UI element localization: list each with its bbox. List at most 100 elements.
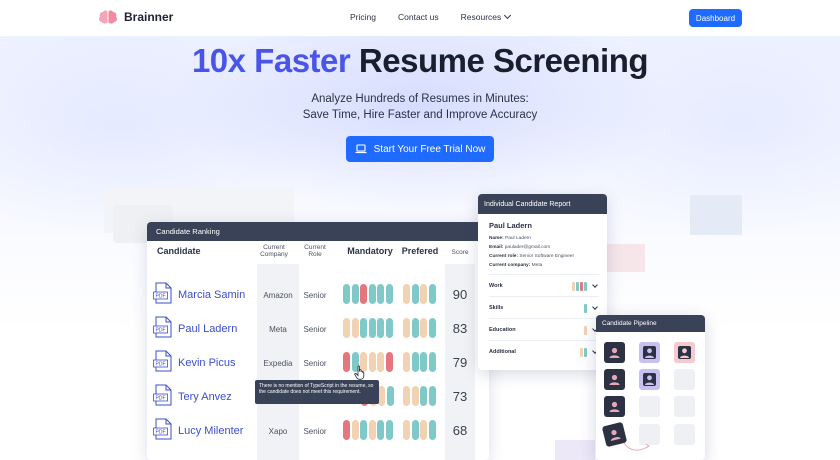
- candidate-role: Senior: [303, 359, 327, 368]
- requirement-pill: [377, 318, 384, 338]
- pdf-icon: PDF: [153, 350, 172, 372]
- hero-title: 10x Faster Resume Screening: [0, 42, 840, 80]
- decor-square: [690, 195, 742, 235]
- user-avatar-icon: [610, 429, 621, 442]
- pdf-icon: PDF: [153, 316, 172, 338]
- section-label: Additional: [489, 349, 516, 355]
- candidate-score: 79: [452, 355, 468, 370]
- user-avatar-icon: [643, 346, 656, 359]
- requirement-pill: [403, 352, 410, 372]
- candidate-name[interactable]: Marcia Samin: [178, 289, 245, 301]
- requirement-pill: [403, 420, 410, 440]
- mandatory-pills: [343, 284, 393, 304]
- table-row[interactable]: PDF Kevin Picus Expedia Senior 79: [147, 348, 489, 382]
- decor-square: [555, 440, 595, 460]
- requirement-pill: [385, 284, 393, 304]
- pipeline-candidate-card[interactable]: [639, 369, 660, 390]
- start-trial-button[interactable]: Start Your Free Trial Now: [346, 136, 494, 162]
- candidate-company: Xapo: [268, 427, 288, 436]
- requirement-pill: [386, 386, 394, 406]
- svg-text:PDF: PDF: [156, 362, 166, 368]
- requirement-pill: [420, 420, 427, 440]
- chevron-down-icon: [592, 304, 598, 310]
- section-label: Education: [489, 327, 516, 333]
- report-email-line: Email: paulader@gmail.com: [489, 245, 550, 250]
- pipeline-candidate-card[interactable]: [639, 342, 660, 363]
- preferred-pills: [403, 318, 436, 338]
- report-role-value: Senior Software Engineer: [519, 254, 575, 259]
- candidate-score: 73: [452, 389, 468, 404]
- nav-link-pricing[interactable]: Pricing: [350, 12, 376, 22]
- section-bars: [580, 348, 587, 357]
- header-company-l2: Company: [260, 251, 288, 258]
- requirement-pill: [411, 420, 419, 440]
- header-company-l1: Current: [263, 244, 285, 251]
- preferred-pills: [403, 352, 436, 372]
- hero-title-accent: 10x Faster: [191, 42, 351, 79]
- mandatory-pills: [343, 352, 393, 372]
- candidate-pipeline-card: Candidate Pipeline: [596, 315, 705, 460]
- requirement-pill: [351, 284, 359, 304]
- hand-cursor-icon: [354, 365, 365, 380]
- table-row[interactable]: PDF Lucy Milenter Xapo Senior 68: [147, 416, 489, 450]
- table-row[interactable]: PDF Marcia Samin Amazon Senior 90: [147, 280, 489, 314]
- requirement-pill: [360, 420, 367, 440]
- user-avatar-icon: [678, 346, 691, 359]
- pipeline-candidate-card[interactable]: [604, 342, 625, 363]
- candidate-score: 83: [452, 321, 468, 336]
- drag-arrow-icon: [623, 442, 650, 451]
- user-avatar-icon: [643, 373, 656, 386]
- requirement-pill: [403, 386, 410, 406]
- requirement-pill: [411, 386, 419, 406]
- candidate-company: Amazon: [263, 291, 293, 300]
- requirement-pill: [368, 420, 376, 440]
- brand-logo[interactable]: Brainner: [98, 9, 173, 25]
- hero-subtitle-line2: Save Time, Hire Faster and Improve Accur…: [302, 109, 538, 121]
- chevron-down-icon: [504, 11, 512, 20]
- nav-link-contact[interactable]: Contact us: [398, 12, 439, 22]
- report-section-additional[interactable]: Additional: [489, 340, 599, 362]
- nav-link-resources[interactable]: Resources: [461, 11, 512, 22]
- requirement-pill: [403, 318, 410, 338]
- report-section-work[interactable]: Work: [489, 274, 599, 296]
- report-company-label: Current company:: [489, 263, 531, 268]
- pipeline-card-title: Candidate Pipeline: [596, 315, 705, 332]
- report-section-skills[interactable]: Skills: [489, 296, 599, 318]
- requirement-pill: [428, 352, 436, 372]
- candidate-name[interactable]: Kevin Picus: [178, 357, 235, 369]
- requirement-pill: [385, 420, 393, 440]
- requirement-pill: [420, 318, 427, 338]
- requirement-pill: [377, 352, 384, 372]
- hero-title-rest: Resume Screening: [358, 42, 649, 79]
- pipeline-candidate-card[interactable]: [604, 396, 625, 417]
- section-label: Skills: [489, 305, 504, 311]
- preferred-pills: [403, 284, 436, 304]
- requirement-pill: [343, 318, 350, 338]
- report-company-value: Meta: [531, 263, 543, 268]
- section-label: Work: [489, 283, 503, 289]
- requirement-pill: [377, 284, 384, 304]
- requirement-pill: [377, 420, 384, 440]
- table-row[interactable]: PDF Paul Ladern Meta Senior 83: [147, 314, 489, 348]
- candidate-name[interactable]: Paul Ladern: [178, 323, 237, 335]
- requirement-pill: [420, 284, 427, 304]
- section-bars: [584, 326, 587, 335]
- report-email-label: Email:: [489, 245, 504, 250]
- chevron-down-icon: [592, 282, 598, 288]
- report-section-education[interactable]: Education: [489, 318, 599, 340]
- section-bars: [584, 304, 587, 313]
- dashboard-button[interactable]: Dashboard: [689, 9, 742, 27]
- requirement-pill: [368, 284, 376, 304]
- requirement-pill: [368, 318, 376, 338]
- pipeline-candidate-card[interactable]: [674, 342, 695, 363]
- ranking-table-header: Candidate Current Company Current Role M…: [147, 241, 489, 264]
- pdf-icon: PDF: [153, 418, 172, 440]
- candidate-name[interactable]: Lucy Milenter: [178, 425, 243, 437]
- report-company-line: Current company: Meta: [489, 263, 542, 268]
- user-avatar-icon: [609, 347, 620, 358]
- requirement-pill: [343, 284, 350, 304]
- pdf-icon: PDF: [153, 384, 172, 406]
- report-email-value: paulader@gmail.com: [504, 245, 551, 250]
- pipeline-candidate-card[interactable]: [604, 369, 625, 390]
- candidate-name[interactable]: Tery Anvez: [178, 391, 232, 403]
